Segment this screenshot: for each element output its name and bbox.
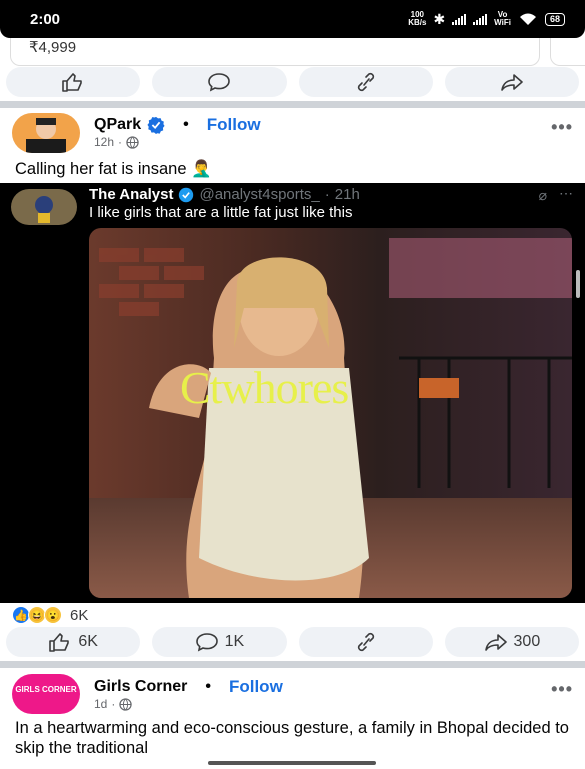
post-header: QPark • Follow 12h · ••• bbox=[0, 113, 585, 163]
bluetooth-icon: ✱ bbox=[433, 10, 446, 27]
tweet-time: 21h bbox=[334, 186, 360, 203]
tweet-handle: @analyst4sports_ bbox=[199, 186, 320, 203]
like-count: 6K bbox=[78, 633, 98, 650]
comment-icon bbox=[195, 633, 218, 652]
globe-icon bbox=[126, 135, 139, 149]
photo-watermark: Ctwhores bbox=[180, 362, 349, 413]
link-icon bbox=[357, 632, 374, 652]
post-time[interactable]: 12h bbox=[94, 135, 114, 149]
tweet-more-icon: ⋯ bbox=[559, 185, 573, 201]
tweet-text: I like girls that are a little fat just … bbox=[89, 204, 353, 221]
post2-meta: 1d · bbox=[94, 697, 133, 711]
volte-icon: Vo WiFi bbox=[494, 10, 511, 27]
share-count: 300 bbox=[513, 633, 541, 650]
verified-badge-icon bbox=[147, 116, 165, 134]
wow-reaction-icon: 😮 bbox=[44, 606, 62, 624]
comment-icon bbox=[208, 73, 231, 92]
status-icons: 100 KB/s ✱ Vo WiFi 68 bbox=[408, 11, 565, 28]
post-actions: 6K 1K 300 bbox=[0, 627, 585, 661]
like-button[interactable] bbox=[6, 67, 141, 97]
follow-button[interactable]: Follow bbox=[207, 115, 261, 135]
post2-caption: In a heartwarming and eco-conscious gest… bbox=[15, 719, 569, 757]
tweet-header: The Analyst @analyst4sports_ · 21h bbox=[89, 186, 360, 203]
comment-count: 1K bbox=[224, 633, 245, 650]
link-icon bbox=[357, 72, 374, 92]
globe-icon bbox=[119, 697, 133, 711]
feed-divider bbox=[0, 661, 585, 668]
post2-time[interactable]: 1d bbox=[94, 697, 107, 711]
more-options-button[interactable]: ••• bbox=[551, 679, 573, 700]
qpark-avatar[interactable] bbox=[12, 113, 80, 153]
post-author-name[interactable]: QPark bbox=[94, 116, 141, 134]
tweet-author-name: The Analyst bbox=[89, 186, 174, 203]
reaction-count: 6K bbox=[70, 606, 89, 624]
gesture-bar[interactable] bbox=[208, 761, 376, 765]
status-bar: 2:00 100 KB/s ✱ Vo WiFi 68 bbox=[0, 0, 585, 38]
post-caption: Calling her fat is insane 🤦‍♂️ bbox=[15, 160, 212, 178]
feed-divider bbox=[0, 101, 585, 108]
share-button[interactable] bbox=[444, 67, 579, 97]
grok-icon: ⌀ bbox=[538, 187, 547, 203]
clock: 2:00 bbox=[30, 10, 61, 28]
follow-button[interactable]: Follow bbox=[229, 677, 283, 697]
like-button[interactable]: 6K bbox=[6, 627, 141, 657]
more-options-button[interactable]: ••• bbox=[551, 117, 573, 138]
prev-post-actions bbox=[0, 67, 585, 101]
post2-author-row: Girls Corner • Follow bbox=[94, 677, 283, 697]
wifi-icon bbox=[519, 13, 536, 25]
reaction-summary[interactable]: 👍 😆 😮 6K bbox=[12, 606, 88, 624]
share-button[interactable]: 300 bbox=[444, 627, 579, 657]
copy-link-button[interactable] bbox=[298, 67, 433, 97]
post-meta: 12h · bbox=[94, 135, 139, 149]
comment-button[interactable]: 1K bbox=[152, 627, 287, 657]
post-image[interactable]: The Analyst @analyst4sports_ · 21h ⌀ ⋯ I… bbox=[0, 183, 585, 603]
signal-icon bbox=[452, 13, 467, 25]
scrollbar-thumb[interactable] bbox=[576, 270, 580, 298]
tweet-avatar bbox=[11, 189, 77, 225]
post2-author-name[interactable]: Girls Corner bbox=[94, 678, 187, 696]
post-author-row: QPark • Follow bbox=[94, 115, 261, 135]
network-speed: 100 KB/s bbox=[408, 10, 427, 27]
share-icon bbox=[484, 634, 507, 651]
share-icon bbox=[501, 74, 523, 91]
thumbs-up-icon bbox=[62, 73, 82, 92]
thumbs-up-icon bbox=[49, 633, 70, 652]
ad-price: ₹4,999 bbox=[29, 39, 77, 56]
comment-button[interactable] bbox=[152, 67, 287, 97]
battery-icon: 68 bbox=[544, 12, 565, 26]
signal-icon-2 bbox=[473, 13, 488, 25]
tweet-verified-icon bbox=[179, 187, 194, 202]
copy-link-button[interactable] bbox=[298, 627, 433, 657]
